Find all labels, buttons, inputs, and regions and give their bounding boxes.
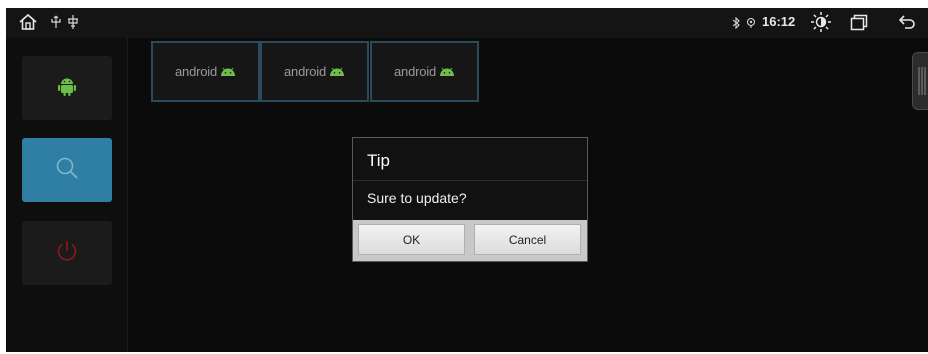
thumbnail-label: android (175, 64, 217, 79)
status-bar: 16:12 (6, 8, 928, 38)
android-head-icon (220, 63, 236, 81)
edge-drawer-handle[interactable] (912, 52, 928, 110)
android-thumbnail-3[interactable]: android (370, 41, 479, 102)
thumbnail-label: android (284, 64, 326, 79)
cancel-button[interactable]: Cancel (474, 224, 581, 255)
android-thumbnail-1[interactable]: android (151, 41, 260, 102)
sidebar (6, 38, 128, 352)
recent-apps-icon[interactable] (850, 14, 868, 36)
dialog-divider (353, 180, 587, 181)
update-dialog: Tip Sure to update? OK Cancel (352, 137, 588, 262)
bluetooth-icon (732, 16, 741, 34)
sidebar-item-search[interactable] (22, 138, 112, 202)
clock-time: 16:12 (762, 14, 796, 29)
back-icon[interactable] (898, 14, 916, 35)
android-head-icon (329, 63, 345, 81)
location-icon (746, 16, 756, 34)
sidebar-item-android[interactable] (22, 56, 112, 120)
android-icon (55, 74, 79, 103)
usb-icon (50, 15, 62, 34)
android-thumbnail-2[interactable]: android (260, 41, 369, 102)
search-icon (54, 155, 80, 186)
home-icon[interactable] (18, 12, 38, 37)
dialog-message: Sure to update? (367, 190, 467, 206)
ok-button[interactable]: OK (358, 224, 465, 255)
android-head-icon (439, 63, 455, 81)
sidebar-item-power[interactable] (22, 221, 112, 285)
dialog-title: Tip (367, 151, 390, 170)
thumbnail-label: android (394, 64, 436, 79)
brightness-icon[interactable] (810, 11, 832, 38)
usb-debug-icon (66, 14, 80, 35)
screen: 16:12 android android android Tip Sure t… (6, 8, 928, 352)
dialog-button-bar: OK Cancel (353, 220, 587, 261)
power-icon (54, 238, 80, 269)
